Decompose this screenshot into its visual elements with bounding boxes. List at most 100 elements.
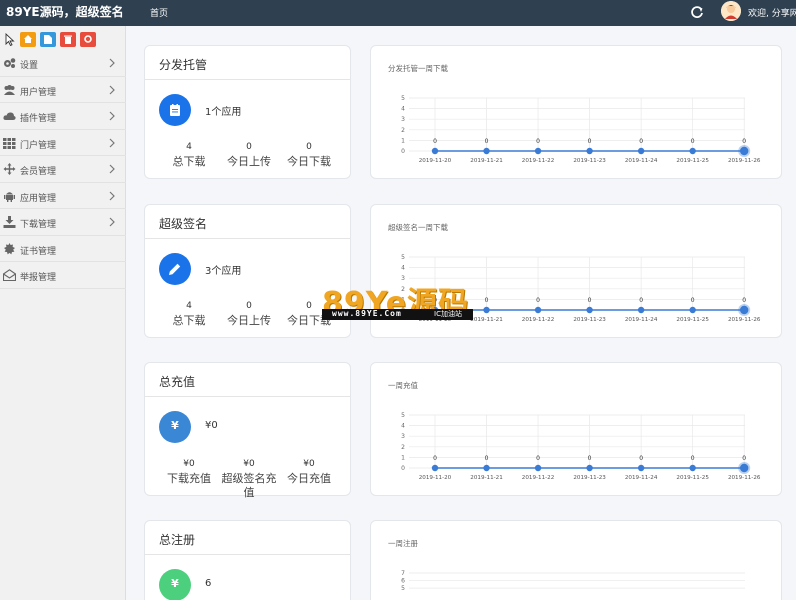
stat-col: 0 今日上传 — [219, 142, 279, 169]
card-title: 分发托管 — [159, 58, 208, 72]
data-label: 0 — [691, 297, 695, 304]
y-tick-label: 1 — [401, 137, 405, 144]
avatar[interactable] — [721, 1, 741, 21]
data-label: 0 — [691, 455, 695, 462]
data-point — [483, 306, 490, 314]
recycle-tool-button[interactable] — [80, 32, 96, 47]
stat-icon-circle — [159, 94, 191, 126]
data-point — [740, 305, 749, 315]
x-tick-label: 2019-11-25 — [676, 475, 709, 481]
stat-col-value: ¥0 — [243, 459, 255, 469]
brand-title[interactable]: 89YE源码，超级签名 — [6, 3, 124, 20]
y-tick-label: 7 — [401, 570, 405, 577]
stat-col-label: 今日上传 — [227, 155, 271, 168]
stat-icon-circle: ¥ — [159, 411, 191, 443]
nav-home-link[interactable]: 首页 — [150, 6, 168, 19]
sidebar-item-apps[interactable]: 应用管理 — [0, 183, 126, 209]
data-point — [586, 306, 593, 314]
stat-col: 0 今日上传 — [219, 301, 279, 328]
data-label: 0 — [588, 455, 592, 462]
divider — [145, 554, 350, 555]
data-label: 0 — [536, 297, 540, 304]
data-label: 0 — [536, 138, 540, 145]
x-tick-label: 2019-11-25 — [676, 317, 709, 323]
home-icon — [24, 35, 32, 43]
recycle-icon — [84, 35, 92, 43]
stat-col-value: 4 — [186, 301, 192, 311]
refresh-icon[interactable] — [690, 5, 704, 19]
sidebar-item-reports[interactable]: 举报管理 — [0, 262, 126, 289]
data-label: 0 — [639, 297, 643, 304]
sidebar-item-users[interactable]: 用户管理 — [0, 77, 126, 103]
data-label: 0 — [485, 455, 489, 462]
data-label: 0 — [536, 455, 540, 462]
sidebar-item-downloads[interactable]: 下载管理 — [0, 209, 126, 236]
stat-col-label: 今日充值 — [287, 472, 331, 485]
stat-card-registrations: 总注册 ¥ 6 — [144, 520, 351, 600]
data-label: 0 — [433, 455, 437, 462]
x-tick-label: 2019-11-21 — [470, 317, 503, 323]
x-tick-label: 2019-11-23 — [573, 475, 606, 481]
sidebar-item-label: 下载管理 — [20, 220, 57, 230]
android-icon — [4, 191, 15, 202]
stat-main-value: ¥0 — [205, 420, 218, 431]
data-point — [483, 147, 490, 155]
data-label: 0 — [639, 138, 643, 145]
welcome-text[interactable]: 欢迎, 分享网 — [748, 6, 796, 19]
sidebar-item-members[interactable]: 会员管理 — [0, 156, 126, 183]
y-tick-label: 3 — [401, 433, 405, 440]
stat-col-label: 今日下载 — [287, 155, 331, 168]
data-label: 0 — [742, 455, 746, 462]
y-tick-label: 6 — [401, 578, 405, 585]
stat-col-value: 0 — [306, 142, 312, 152]
x-tick-label: 2019-11-20 — [419, 158, 452, 164]
line-chart: 0 1 2 3 4 5 0 2019-11-20 0 2019-11-21 0 2019-11-22 0… — [401, 95, 761, 164]
y-tick-label: 4 — [401, 265, 405, 272]
data-point — [637, 464, 645, 472]
chevron-right-icon — [109, 85, 115, 94]
sidebar-item-label: 举报管理 — [20, 273, 57, 283]
data-point — [431, 147, 439, 155]
stat-col: ¥0 今日充值 — [279, 459, 339, 486]
sidebar-item-plugins[interactable]: 插件管理 — [0, 103, 126, 130]
yen-icon: ¥ — [171, 419, 179, 432]
x-tick-label: 2019-11-20 — [419, 475, 452, 481]
data-label: 0 — [742, 138, 746, 145]
data-label: 0 — [485, 297, 489, 304]
x-tick-label: 2019-11-24 — [625, 158, 658, 164]
trash-tool-button[interactable] — [60, 32, 76, 47]
x-tick-label: 2019-11-24 — [625, 475, 658, 481]
y-tick-label: 0 — [401, 148, 405, 155]
x-tick-label: 2019-11-22 — [522, 317, 555, 323]
gears-icon — [4, 58, 16, 68]
x-tick-label: 2019-11-23 — [573, 158, 606, 164]
data-label: 0 — [742, 297, 746, 304]
sidebar-item-certificates[interactable]: 证书管理 — [0, 236, 126, 262]
pencil-icon — [169, 263, 181, 275]
move-icon — [3, 163, 16, 175]
stat-main-value: 1个应用 — [205, 107, 242, 118]
stat-col-label: 今日上传 — [227, 314, 271, 327]
data-point — [689, 306, 696, 314]
stat-col: 4 总下载 — [159, 142, 219, 169]
sidebar-item-label: 会员管理 — [20, 167, 57, 177]
chart-card-hosting: 分发托管一周下载 0 1 2 3 4 5 0 2019-11-20 0 2019-11-21 0 20… — [370, 45, 782, 179]
data-point — [637, 147, 645, 155]
file-tool-button[interactable] — [40, 32, 56, 47]
data-point — [689, 464, 696, 472]
sidebar-item-label: 证书管理 — [20, 246, 57, 257]
sidebar-item-label: 用户管理 — [20, 87, 57, 98]
stat-card-super-sign: 超级签名 3个应用 4 总下载 0 今日上传 0 今日下载 — [144, 204, 351, 338]
chevron-right-icon — [109, 58, 115, 68]
data-point — [534, 147, 542, 155]
divider — [145, 79, 350, 80]
y-tick-label: 4 — [401, 423, 405, 430]
sidebar-item-settings[interactable]: 设置 — [0, 50, 126, 77]
home-tool-button[interactable] — [20, 32, 36, 47]
data-label: 0 — [691, 138, 695, 145]
sidebar-item-portal[interactable]: 门户管理 — [0, 130, 126, 156]
stat-col-label: 下载充值 — [167, 472, 211, 485]
sidebar-item-label: 门户管理 — [20, 140, 57, 151]
y-tick-label: 5 — [401, 95, 405, 102]
x-tick-label: 2019-11-24 — [625, 317, 658, 323]
